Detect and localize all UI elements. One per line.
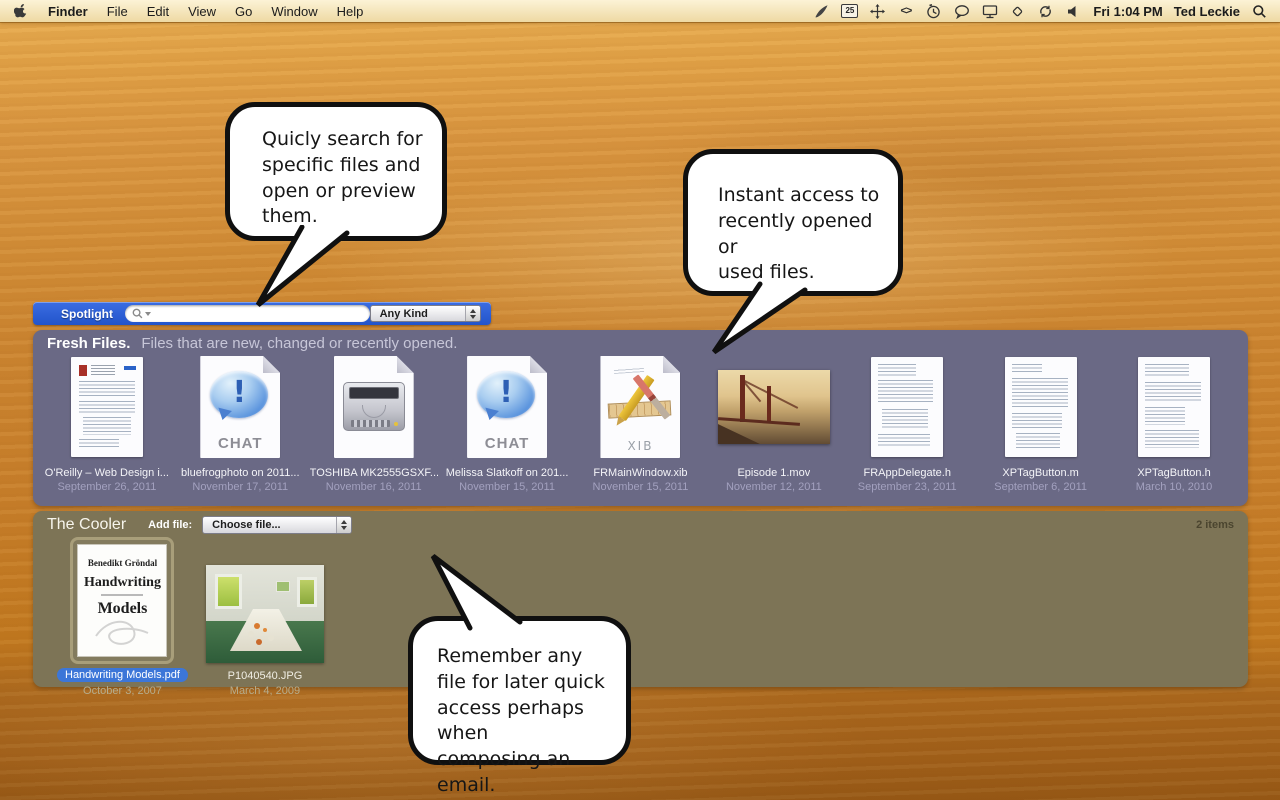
file-name: P1040540.JPG [228, 670, 303, 682]
file-date: March 4, 2009 [230, 685, 300, 697]
callout-recent-files: Instant access to recently opened or use… [683, 149, 903, 296]
items-count: 2 items [1196, 519, 1234, 531]
cooler-title: The Cooler [47, 516, 126, 534]
file-name: Melissa Slatkoff on 201... [446, 467, 569, 479]
file-item-episode1[interactable]: Episode 1.mov November 12, 2011 [708, 352, 839, 493]
file-item-frappdelegate[interactable]: FRAppDelegate.h September 23, 2011 [842, 352, 973, 493]
menu-file[interactable]: File [107, 4, 128, 19]
choose-file-value: Choose file... [212, 519, 336, 531]
file-item-frmainwindow[interactable]: XIB FRMainWindow.xib November 15, 2011 [575, 352, 706, 493]
file-item-xptagbutton-m[interactable]: XPTagButton.m September 6, 2011 [975, 352, 1106, 493]
document-preview-icon [71, 357, 143, 457]
chat-bubble-icon[interactable] [953, 3, 970, 20]
calendar-icon[interactable]: 25 [841, 4, 858, 18]
menu-edit[interactable]: Edit [147, 4, 169, 19]
file-date: September 26, 2011 [57, 481, 156, 493]
select-stepper-icon [336, 517, 351, 533]
spotlight-search-input[interactable] [153, 308, 363, 320]
menu-window[interactable]: Window [271, 4, 317, 19]
cooler-header: The Cooler Add file: Choose file... 2 it… [47, 515, 1234, 535]
disk-file-icon [334, 356, 414, 458]
spotlight-bar: Spotlight Any Kind [33, 302, 491, 325]
volume-icon[interactable] [1065, 3, 1082, 20]
code-brackets-icon[interactable]: <> [897, 3, 914, 20]
file-date: November 16, 2011 [326, 481, 422, 493]
chat-file-icon: ! CHAT [200, 356, 280, 458]
file-item-oreilly[interactable]: O'Reilly – Web Design i... September 26,… [41, 352, 172, 493]
cooler-panel: The Cooler Add file: Choose file... 2 it… [33, 511, 1248, 687]
file-date: November 15, 2011 [593, 481, 689, 493]
airport-icon[interactable] [1009, 3, 1026, 20]
kind-filter-value: Any Kind [380, 308, 465, 320]
file-date: November 12, 2011 [726, 481, 822, 493]
time-machine-icon[interactable] [925, 3, 942, 20]
cooler-items-list: Benedikt Gröndal Handwriting Models Hand… [57, 537, 324, 697]
spotlight-menu-icon[interactable] [1251, 3, 1268, 20]
source-code-icon [871, 357, 943, 457]
source-code-icon [1005, 357, 1077, 457]
menu-help[interactable]: Help [337, 4, 364, 19]
menu-view[interactable]: View [188, 4, 216, 19]
chat-file-icon: ! CHAT [467, 356, 547, 458]
callout-cooler: Remember any file for later quick access… [408, 616, 631, 765]
sync-icon[interactable] [1037, 3, 1054, 20]
fresh-files-panel: Fresh Files. Files that are new, changed… [33, 330, 1248, 506]
choose-file-select[interactable]: Choose file... [202, 516, 352, 534]
file-name: FRMainWindow.xib [593, 467, 687, 479]
menu-finder[interactable]: Finder [48, 4, 88, 19]
spotlight-label: Spotlight [61, 307, 113, 321]
displays-icon[interactable] [981, 3, 998, 20]
file-name: TOSHIBA MK2555GSXF... [310, 467, 438, 479]
move-icon[interactable] [869, 3, 886, 20]
photo-thumbnail [206, 565, 324, 663]
file-name-selected[interactable]: Handwriting Models.pdf [57, 668, 188, 682]
pdf-cover-thumbnail: Benedikt Gröndal Handwriting Models [77, 544, 167, 657]
handwriting-sketch [88, 614, 158, 654]
select-stepper-icon [465, 306, 480, 321]
file-date: October 3, 2007 [83, 685, 162, 697]
xib-file-icon: XIB [600, 356, 680, 458]
cooler-item-handwriting[interactable]: Benedikt Gröndal Handwriting Models Hand… [57, 537, 188, 697]
movie-thumbnail [718, 370, 830, 444]
file-date: September 6, 2011 [994, 481, 1087, 493]
file-name: XPTagButton.m [1002, 467, 1078, 479]
selection-ring: Benedikt Gröndal Handwriting Models [70, 537, 174, 664]
fresh-files-subtitle: Files that are new, changed or recently … [141, 335, 457, 352]
file-date: November 17, 2011 [192, 481, 288, 493]
file-item-toshiba[interactable]: TOSHIBA MK2555GSXF... November 16, 2011 [308, 352, 439, 493]
file-name: XPTagButton.h [1137, 467, 1210, 479]
apple-menu-icon[interactable] [12, 3, 29, 20]
spotlight-search-field[interactable] [125, 305, 370, 322]
search-scope-caret-icon[interactable] [145, 312, 151, 316]
fresh-files-list: O'Reilly – Web Design i... September 26,… [39, 352, 1242, 493]
book-author: Benedikt Gröndal [78, 558, 166, 568]
source-code-icon [1138, 357, 1210, 457]
file-date: November 15, 2011 [459, 481, 555, 493]
add-file-label: Add file: [148, 519, 192, 531]
file-name: O'Reilly – Web Design i... [45, 467, 169, 479]
menu-clock[interactable]: Fri 1:04 PM [1093, 4, 1162, 19]
callout-search: Quicly search for specific files and ope… [225, 102, 447, 241]
fresh-files-title: Fresh Files. [47, 335, 130, 352]
cooler-item-photo[interactable]: P1040540.JPG March 4, 2009 [206, 565, 324, 697]
menu-go[interactable]: Go [235, 4, 252, 19]
desktop: Finder File Edit View Go Window Help 25 … [0, 0, 1280, 800]
kind-filter-select[interactable]: Any Kind [370, 305, 481, 322]
file-name: Episode 1.mov [737, 467, 810, 479]
file-item-melissa[interactable]: ! CHAT Melissa Slatkoff on 201... Novemb… [442, 352, 573, 493]
file-item-xptagbutton-h[interactable]: XPTagButton.h March 10, 2010 [1109, 352, 1240, 493]
file-date: September 23, 2011 [858, 481, 957, 493]
file-name: FRAppDelegate.h [864, 467, 951, 479]
file-name: bluefrogphoto on 2011... [181, 467, 299, 479]
file-date: March 10, 2010 [1136, 481, 1212, 493]
pen-icon[interactable] [813, 3, 830, 20]
book-title: Handwriting [78, 575, 166, 591]
fresh-files-header: Fresh Files. Files that are new, changed… [47, 335, 457, 352]
file-item-bluefrogphoto[interactable]: ! CHAT bluefrogphoto on 2011... November… [175, 352, 306, 493]
search-icon [132, 308, 143, 319]
menu-user[interactable]: Ted Leckie [1174, 4, 1240, 19]
menu-bar: Finder File Edit View Go Window Help 25 … [0, 0, 1280, 22]
